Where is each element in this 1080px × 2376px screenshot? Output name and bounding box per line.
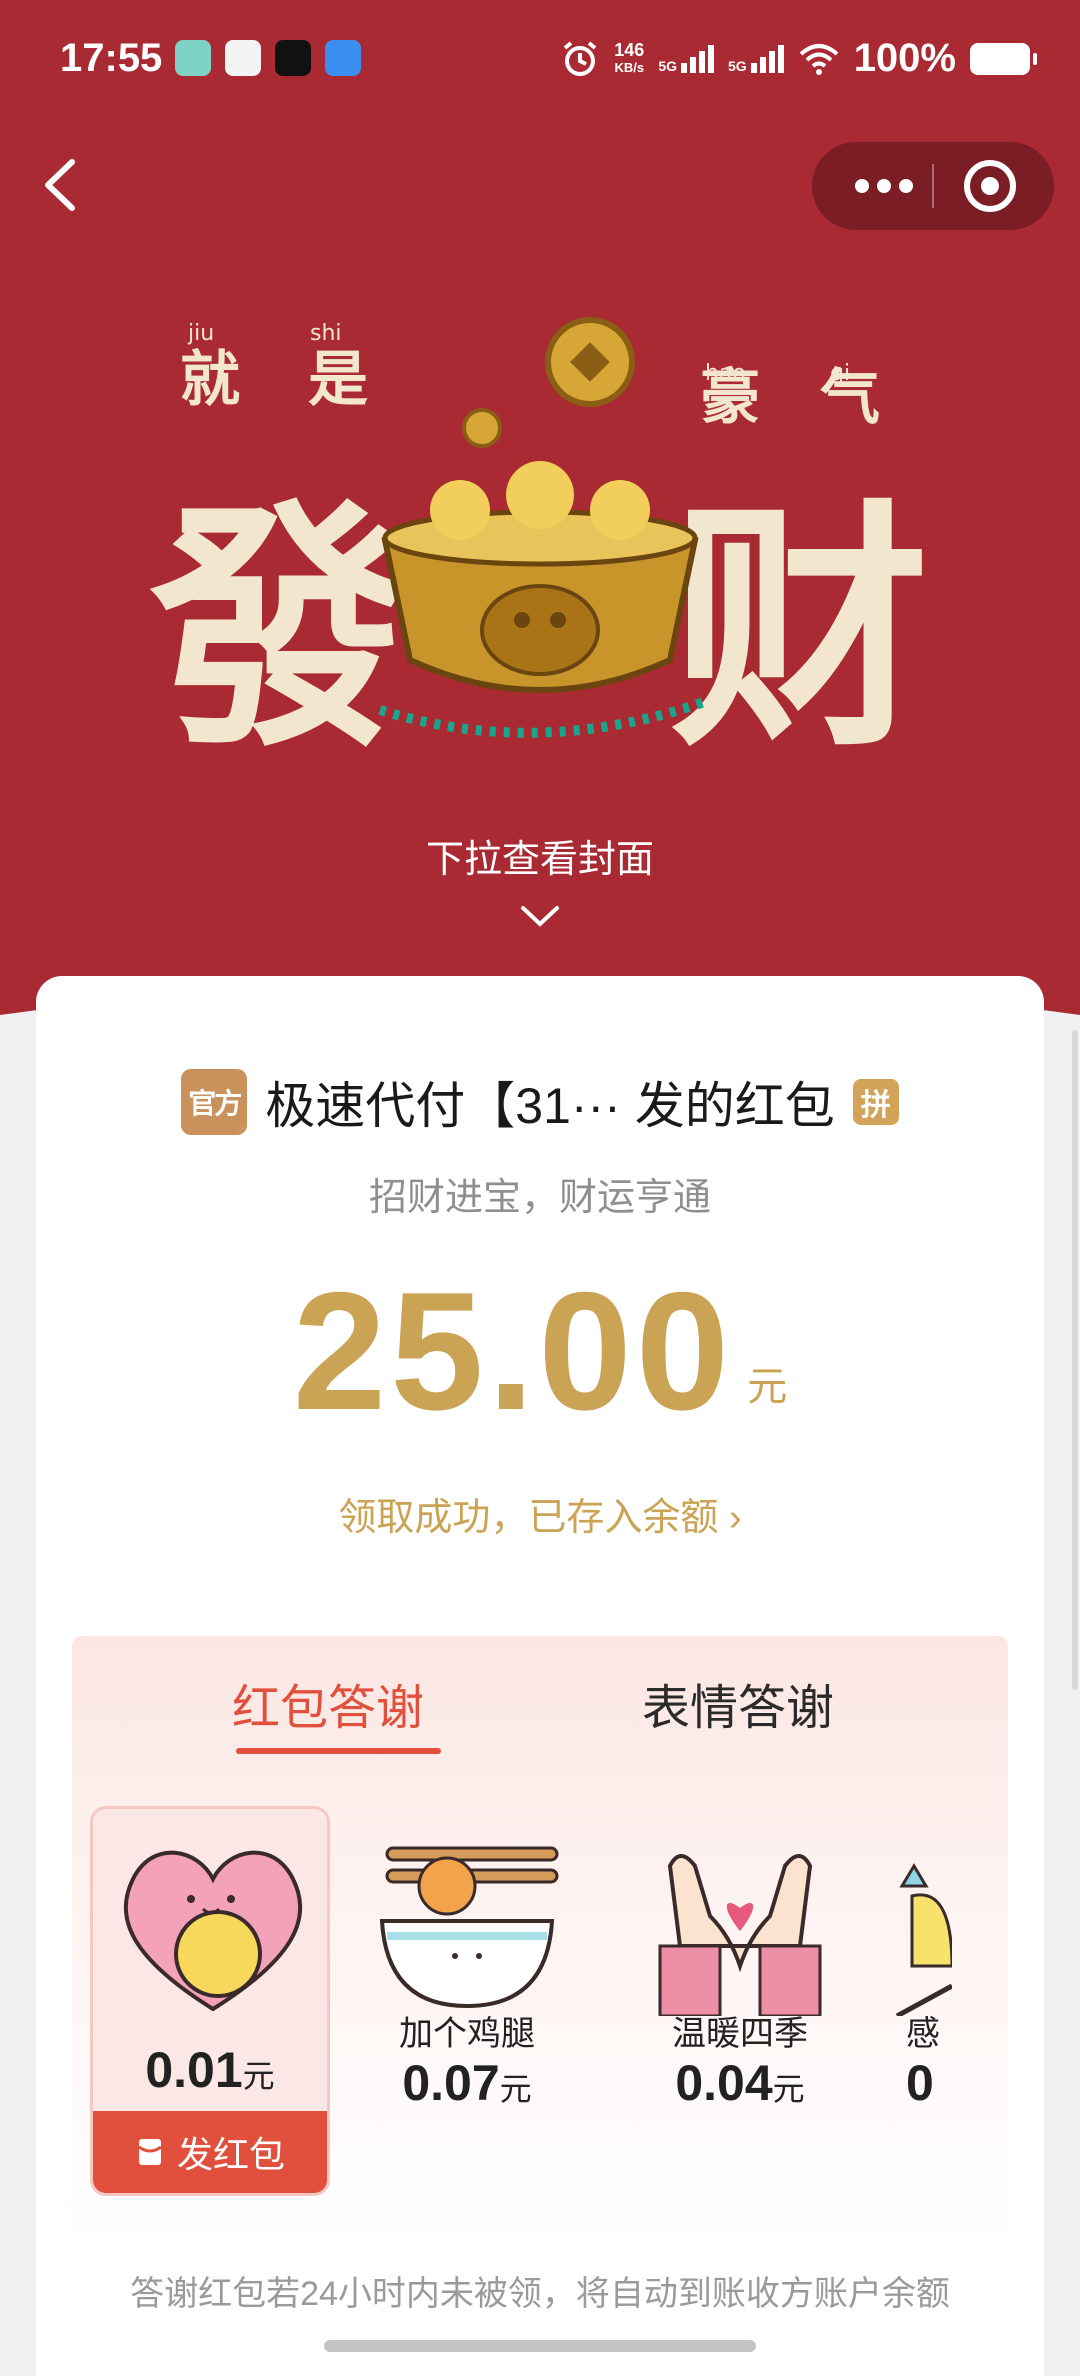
signal-sim1: 5G	[658, 44, 714, 74]
amount-value: 25.00	[292, 1257, 734, 1445]
status-bar: 17:55 146 KB/s 5G 5G 100%	[0, 0, 1080, 120]
cover-art-image: 就 是 豪 气 jiu shi hao qi 發 财	[146, 317, 930, 770]
network-speed-unit: KB/s	[614, 59, 645, 75]
tiktok-icon	[275, 40, 311, 76]
tab-emoji-thanks[interactable]: 表情答谢	[642, 1668, 834, 1738]
gift-price-value: 0	[906, 2055, 934, 2111]
network-speed-value: 146	[614, 39, 645, 60]
svg-text:财: 财	[670, 477, 930, 770]
battery-percent: 100%	[853, 36, 956, 80]
gift-price-value: 0.07	[402, 2055, 500, 2111]
rice-bowl-drumstick-icon	[379, 1846, 559, 2009]
svg-text:qi: qi	[830, 361, 850, 386]
svg-text:jiu: jiu	[187, 321, 214, 346]
gift-item-partial[interactable]: 感 0	[892, 1806, 1008, 2196]
amount-unit: 元	[747, 1365, 788, 1409]
alarm-icon	[563, 40, 597, 76]
signal-bars-icon	[681, 44, 714, 73]
red-packet-icon	[138, 2139, 162, 2165]
gift-name: 温暖四季	[672, 2015, 808, 2053]
svg-text:hao: hao	[705, 361, 746, 386]
app-notification-icon	[175, 40, 211, 76]
gift-item-drumstick[interactable]: 加个鸡腿 0.07元	[347, 1806, 587, 2196]
app-notification-icon	[225, 40, 261, 76]
gift-price-unit: 元	[499, 2071, 532, 2107]
app-notification-icon	[325, 40, 361, 76]
svg-text:發: 發	[146, 477, 410, 770]
sim1-label: 5G	[658, 57, 677, 74]
target-circle-icon[interactable]	[935, 142, 1045, 230]
gift-price-unit: 元	[242, 2058, 275, 2094]
signal-sim2: 5G	[728, 44, 784, 74]
svg-text:shi: shi	[310, 321, 342, 346]
svg-text:是: 是	[308, 345, 368, 415]
balance-status-link[interactable]: 领取成功，已存入余额 ›	[36, 1486, 1044, 1541]
send-button-label: 发红包	[176, 2134, 285, 2175]
heart-hands-icon	[658, 1854, 822, 2016]
more-dots-icon[interactable]	[832, 142, 932, 230]
gift-item-selected[interactable]: 0.01元 发红包	[90, 1806, 330, 2196]
scrollbar[interactable]	[1072, 1030, 1078, 1690]
active-tab-indicator	[236, 1748, 441, 1754]
heart-hug-icon	[123, 1850, 303, 2012]
home-indicator[interactable]	[324, 2340, 756, 2352]
official-badge: 官方	[181, 1069, 248, 1135]
wifi-icon	[799, 43, 839, 75]
gift-price: 0.01元	[93, 2041, 327, 2099]
sender-name: 极速代付【31··· 发的红包	[265, 1078, 835, 1134]
status-time: 17:55	[60, 36, 163, 80]
gift-price-unit: 元	[772, 2071, 805, 2107]
signal-bars-icon	[750, 44, 784, 73]
send-red-packet-button[interactable]: 发红包	[93, 2111, 327, 2193]
gift-name: 感	[906, 2015, 940, 2053]
svg-text:就: 就	[180, 345, 240, 415]
group-tag: 拼	[852, 1079, 899, 1125]
tab-red-packet-thanks[interactable]: 红包答谢	[232, 1668, 424, 1738]
chevron-down-icon[interactable]	[515, 900, 565, 930]
blessing-text: 招财进宝，财运亨通	[368, 1177, 711, 1219]
sim2-label: 5G	[728, 57, 747, 74]
pull-down-hint[interactable]: 下拉查看封面	[0, 828, 1080, 883]
battery-icon	[970, 42, 1037, 75]
gift-price: 0.04元	[620, 2054, 860, 2112]
gift-price-value: 0.04	[675, 2055, 773, 2111]
mini-program-capsule	[812, 142, 1054, 230]
gift-price: 0	[906, 2054, 1008, 2112]
thanks-panel: 红包答谢 表情答谢 0.01元 发红包 加个鸡腿 0.07元 温暖四季 0.04…	[72, 1636, 1008, 2246]
notification-icons	[175, 40, 361, 76]
gift-name: 加个鸡腿	[399, 2015, 535, 2053]
gift-price-value: 0.01	[145, 2042, 243, 2098]
sender-row: 官方 极速代付【31··· 发的红包 拼	[36, 1066, 1044, 1138]
thanks-footer-note: 答谢红包若24小时内未被领，将自动到账收方账户余额	[130, 2275, 950, 2313]
status-indicators: 146 KB/s 5G 5G 100%	[560, 36, 1037, 81]
gift-price: 0.07元	[347, 2054, 587, 2112]
network-speed: 146 KB/s	[614, 41, 644, 77]
red-packet-card: 官方 极速代付【31··· 发的红包 拼 招财进宝，财运亨通 25.00 元 领…	[36, 976, 1044, 2376]
star-cup-icon	[895, 1863, 952, 2016]
amount-row: 25.00 元	[36, 1266, 1044, 1436]
back-icon[interactable]	[30, 150, 90, 220]
capsule-divider	[932, 164, 934, 208]
gift-item-warm-seasons[interactable]: 温暖四季 0.04元	[620, 1806, 860, 2196]
